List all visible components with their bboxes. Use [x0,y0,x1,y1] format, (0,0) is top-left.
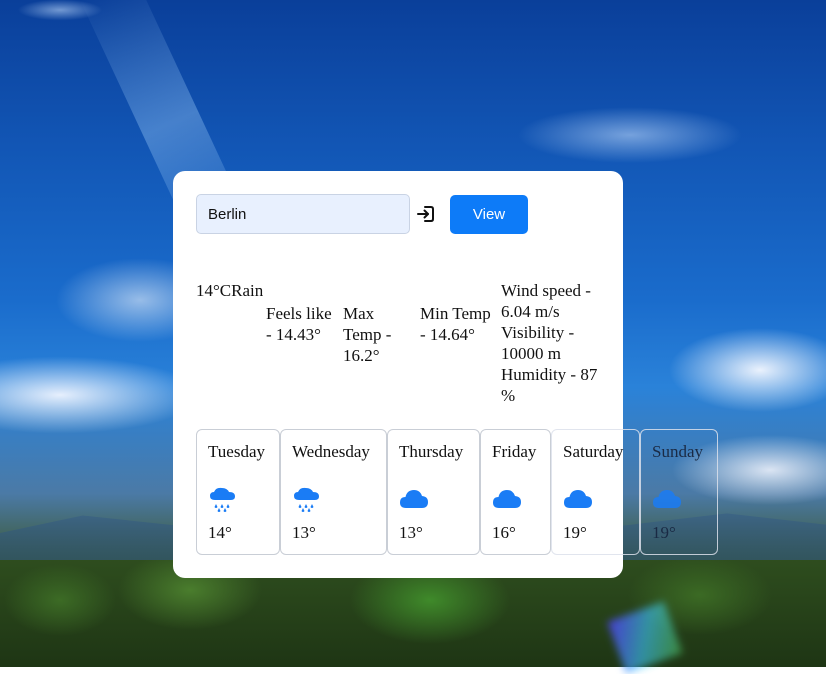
rain-cloud-icon [210,487,235,513]
city-search-input[interactable] [196,194,410,234]
forecast-day: Tuesday [208,442,265,461]
forecast-card-sunday[interactable]: Sunday 19° [640,429,718,555]
cloud-icon [400,490,428,508]
forecast-temp: 13° [399,523,423,542]
forecast-temp: 16° [492,523,516,542]
forecast-day: Friday [492,442,537,461]
forecast-card-friday[interactable]: Friday 16° [480,429,551,555]
min-temp: Min Temp - 14.64° [420,304,491,344]
forecast-card-saturday[interactable]: Saturday 19° [551,429,640,555]
weather-card: View 14°CRain Feels like - 14.43° Max Te… [173,171,718,578]
forecast-day: Wednesday [292,442,370,461]
forecast-card-thursday[interactable]: Thursday 13° [387,429,480,555]
view-button[interactable]: View [450,195,528,234]
visibility: Visibility - 10000 m [501,323,575,363]
cloud-icon [653,490,681,508]
forecast-card-tuesday[interactable]: Tuesday 14° [196,429,280,555]
forecast-day: Saturday [563,442,624,461]
wind-speed: Wind speed - 6.04 m/s [501,281,591,321]
forecast-temp: 14° [208,523,232,542]
forecast-temp: 19° [563,523,587,542]
extra-details: Wind speed - 6.04 m/s Visibility - 10000… [501,280,601,406]
forecast-day: Thursday [399,442,464,461]
sign-in-icon[interactable] [416,204,436,224]
cloud-icon [564,490,592,508]
forecast-temp: 13° [292,523,316,542]
feels-like: Feels like - 14.43° [266,304,332,344]
forecast-temp: 19° [652,523,676,542]
forecast-card-wednesday[interactable]: Wednesday 13° [280,429,387,555]
max-temp: Max Temp - 16.2° [343,304,392,365]
forecast-day: Sunday [652,442,703,461]
rain-cloud-icon [294,487,319,513]
cloud-icon [493,490,521,508]
humidity: Humidity - 87 % [501,365,598,405]
current-temp-condition: 14°CRain [196,281,264,300]
